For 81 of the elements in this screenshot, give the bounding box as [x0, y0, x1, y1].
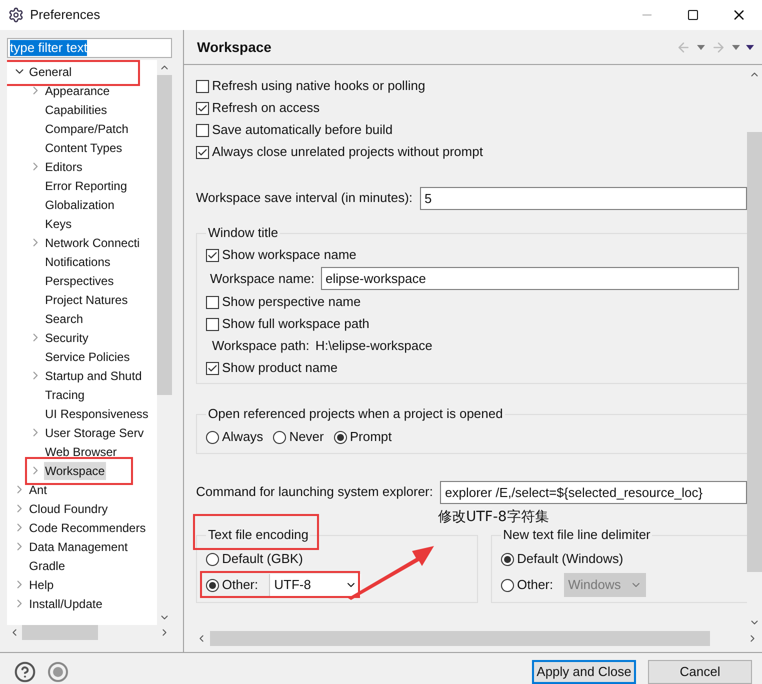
field-label: Workspace path:: [212, 337, 310, 356]
dropdown-caret-icon[interactable]: [732, 44, 740, 50]
radio-button[interactable]: [206, 552, 219, 566]
checkbox-label: Save automatically before build: [212, 121, 393, 140]
tree-item[interactable]: General: [28, 62, 73, 80]
tree-item[interactable]: Workspace: [44, 462, 106, 480]
radio-label: Never: [289, 428, 324, 446]
tree-item[interactable]: User Storage Serv: [44, 424, 145, 442]
checkbox-label: Show perspective name: [222, 293, 361, 312]
radio-label: Always: [222, 428, 264, 446]
radio-label: Prompt: [350, 428, 392, 446]
workspace-path: H:\elipse-workspace: [315, 337, 432, 356]
checkbox-label: Refresh on access: [212, 99, 320, 118]
radio-label: Default (GBK): [222, 550, 303, 568]
checkbox[interactable]: [206, 362, 219, 374]
checkbox-label: Show full workspace path: [222, 315, 370, 334]
checkbox-label: Show product name: [222, 359, 338, 378]
radio-button[interactable]: [501, 578, 514, 592]
explorer-command-field[interactable]: explorer /E,/select=${selected_resource_loc}: [440, 480, 747, 504]
tree-item[interactable]: Tracing: [44, 386, 86, 404]
tree-item[interactable]: Security: [44, 328, 90, 346]
page-title: Workspace: [197, 38, 272, 57]
interval-field[interactable]: 5: [420, 186, 747, 210]
tree-item[interactable]: Search: [44, 310, 84, 328]
tree-item[interactable]: Globalization: [44, 196, 116, 214]
tree-item[interactable]: Cloud Foundry: [28, 500, 109, 518]
dropdown-caret-icon[interactable]: [697, 44, 705, 50]
encoding-combo[interactable]: UTF-8: [269, 574, 362, 596]
tree-item[interactable]: Content Types: [44, 138, 124, 156]
checkbox-label: Refresh using native hooks or polling: [212, 77, 426, 96]
radio-button[interactable]: [273, 430, 286, 444]
help-icon[interactable]: [14, 661, 36, 683]
tree-item[interactable]: Network Connecti: [44, 234, 141, 252]
radio-label: Other:: [517, 576, 554, 594]
tree-item[interactable]: Startup and Shutd: [44, 366, 143, 384]
tree-item[interactable]: Gradle: [28, 556, 66, 574]
checkbox-label: Always close unrelated projects without prompt: [212, 143, 483, 162]
checkbox[interactable]: [196, 80, 209, 92]
tree-item[interactable]: Web Browser: [44, 442, 118, 460]
checkbox[interactable]: [196, 146, 209, 158]
view-menu-caret-icon[interactable]: [746, 44, 754, 50]
workspace-name-field[interactable]: elipse-workspace: [320, 267, 739, 290]
checkbox[interactable]: [196, 102, 209, 114]
tree-item[interactable]: Code Recommenders: [28, 518, 147, 536]
tree-item[interactable]: Capabilities: [44, 100, 108, 118]
tree-item[interactable]: UI Responsiveness: [44, 404, 150, 422]
tree-item[interactable]: Keys: [44, 214, 73, 232]
dialog-button[interactable]: Cancel: [648, 660, 752, 684]
checkbox[interactable]: [206, 318, 219, 330]
tree-item[interactable]: Error Reporting: [44, 176, 128, 194]
app-gear-icon: [8, 7, 24, 23]
checkbox[interactable]: [206, 248, 219, 262]
radio-label: Default (Windows): [517, 550, 624, 568]
maximize-icon[interactable]: [687, 9, 699, 21]
radio-button[interactable]: [334, 430, 347, 444]
annotation-note: 修改UTF-8字符集: [438, 508, 549, 526]
tree-item[interactable]: Appearance: [44, 82, 111, 100]
tree-item[interactable]: Compare/Patch: [44, 120, 130, 138]
radio-button[interactable]: [501, 552, 514, 566]
dialog-button[interactable]: Apply and Close: [532, 660, 636, 684]
tree-item[interactable]: Data Management: [28, 538, 129, 556]
tree-item[interactable]: Notifications: [44, 252, 112, 270]
tree-item[interactable]: Perspectives: [44, 272, 115, 290]
tree-item[interactable]: Help: [28, 576, 55, 594]
radio-button[interactable]: [206, 430, 219, 444]
checkbox[interactable]: [196, 124, 209, 136]
field-label: Workspace save interval (in minutes):: [196, 189, 413, 208]
tree-item[interactable]: Ant: [28, 480, 48, 498]
field-label: Workspace name:: [210, 270, 315, 288]
window-title: Preferences: [30, 6, 100, 24]
tree-item[interactable]: Install/Update: [28, 594, 104, 612]
radio-button[interactable]: [206, 578, 219, 592]
tree-item[interactable]: Service Policies: [44, 348, 131, 366]
vertical-scrollbar[interactable]: [157, 60, 172, 625]
tree-item[interactable]: Project Natures: [44, 290, 129, 308]
field-label: Command for launching system explorer:: [196, 483, 433, 502]
checkbox[interactable]: [206, 296, 219, 308]
filter-field[interactable]: type filter text: [7, 38, 172, 58]
tree-item[interactable]: Editors: [44, 158, 84, 176]
checkbox-label: Show workspace name: [222, 246, 356, 264]
radio-label: Other:: [222, 576, 258, 594]
